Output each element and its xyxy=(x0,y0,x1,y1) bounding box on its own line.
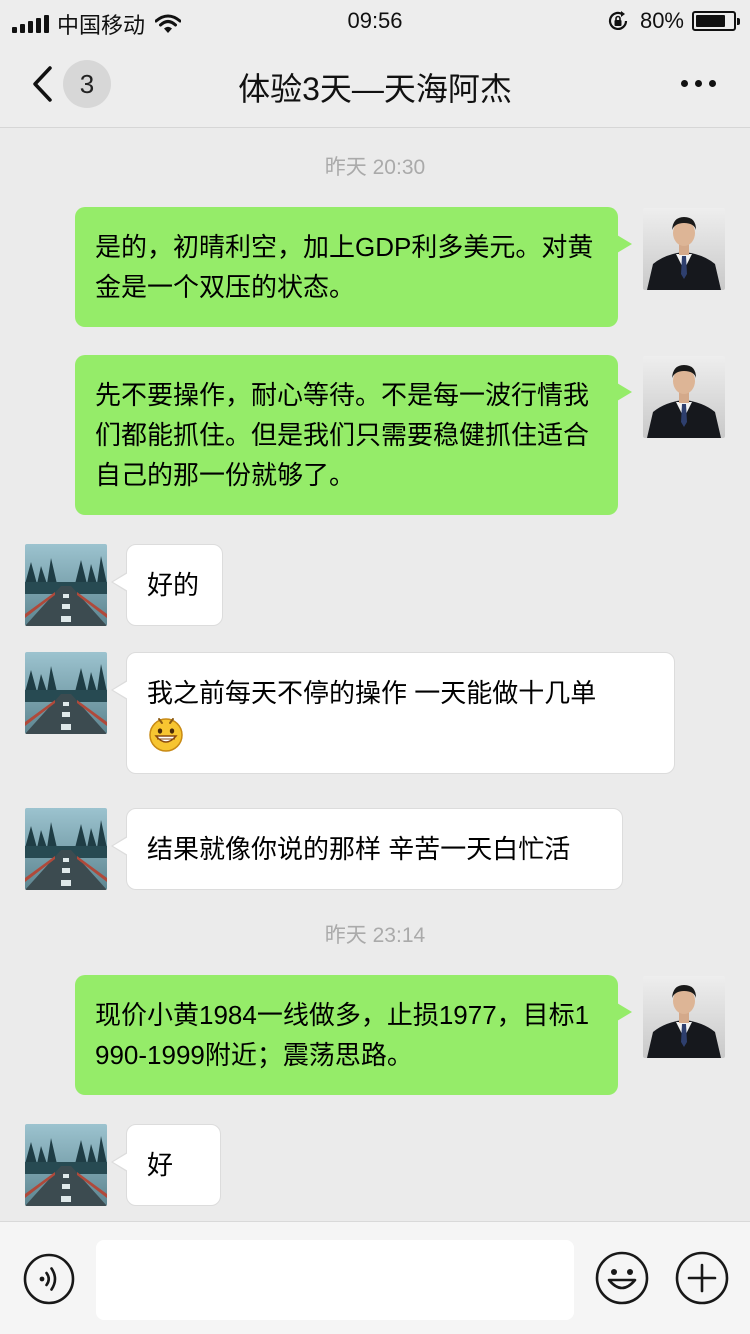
battery-icon xyxy=(692,11,740,31)
avatar-contact[interactable] xyxy=(25,808,107,890)
input-bar xyxy=(0,1221,750,1334)
rotation-lock-icon xyxy=(608,11,628,30)
timestamp: 昨天 20:30 xyxy=(324,156,426,179)
avatar-self[interactable] xyxy=(643,976,725,1058)
back-button[interactable] xyxy=(26,62,60,106)
message-bubble[interactable]: 结果就像你说的那样 辛苦一天白忙活 xyxy=(111,808,623,890)
avatar-self[interactable] xyxy=(643,208,725,290)
status-bar: 中国移动 09:56 80% xyxy=(0,0,750,40)
battery-percent: 80% xyxy=(639,8,684,33)
emoji-button[interactable] xyxy=(594,1250,650,1306)
avatar-contact[interactable] xyxy=(25,652,107,734)
message-bubble[interactable]: 现价小黄1984一线做多，止损1977，目标1990-1999附近；震荡思路。 xyxy=(75,975,632,1095)
message-input[interactable] xyxy=(96,1240,574,1320)
status-right: 80% xyxy=(606,8,740,34)
avatar-contact[interactable] xyxy=(25,1124,107,1206)
message-bubble[interactable]: 好 xyxy=(111,1124,221,1206)
message-bubble[interactable]: 先不要操作，耐心等待。不是每一波行情我们都能抓住。但是我们只需要稳健抓住适合自己… xyxy=(75,355,632,515)
message-bubble[interactable]: 我之前每天不停的操作 一天能做十几单 xyxy=(111,652,675,774)
dot-icon xyxy=(709,80,716,87)
unread-count-badge[interactable]: 3 xyxy=(63,60,111,108)
timestamp: 昨天 23:14 xyxy=(324,924,426,947)
battery-fill xyxy=(696,15,725,27)
message-bubble[interactable]: 好的 xyxy=(111,544,223,626)
voice-input-button[interactable] xyxy=(22,1252,76,1306)
grinning-face-emoji-icon xyxy=(147,715,185,753)
avatar-self[interactable] xyxy=(643,356,725,438)
dot-icon xyxy=(681,80,688,87)
message-bubble[interactable]: 是的，初晴利空，加上GDP利多美元。对黄金是一个双压的状态。 xyxy=(75,207,632,327)
message-text: 我之前每天不停的操作 一天能做十几单 xyxy=(147,678,597,708)
chat-area[interactable]: 昨天 20:30 是的，初晴利空，加上GDP利多美元。对黄金是一个双压的状态。 … xyxy=(0,129,750,1221)
avatar-contact[interactable] xyxy=(25,544,107,626)
dot-icon xyxy=(695,80,702,87)
nav-bar: 3 体验3天—天海阿杰 xyxy=(0,40,750,128)
more-options-button[interactable] xyxy=(681,80,716,87)
more-functions-button[interactable] xyxy=(674,1250,730,1306)
chat-title: 体验3天—天海阿杰 xyxy=(238,71,512,107)
